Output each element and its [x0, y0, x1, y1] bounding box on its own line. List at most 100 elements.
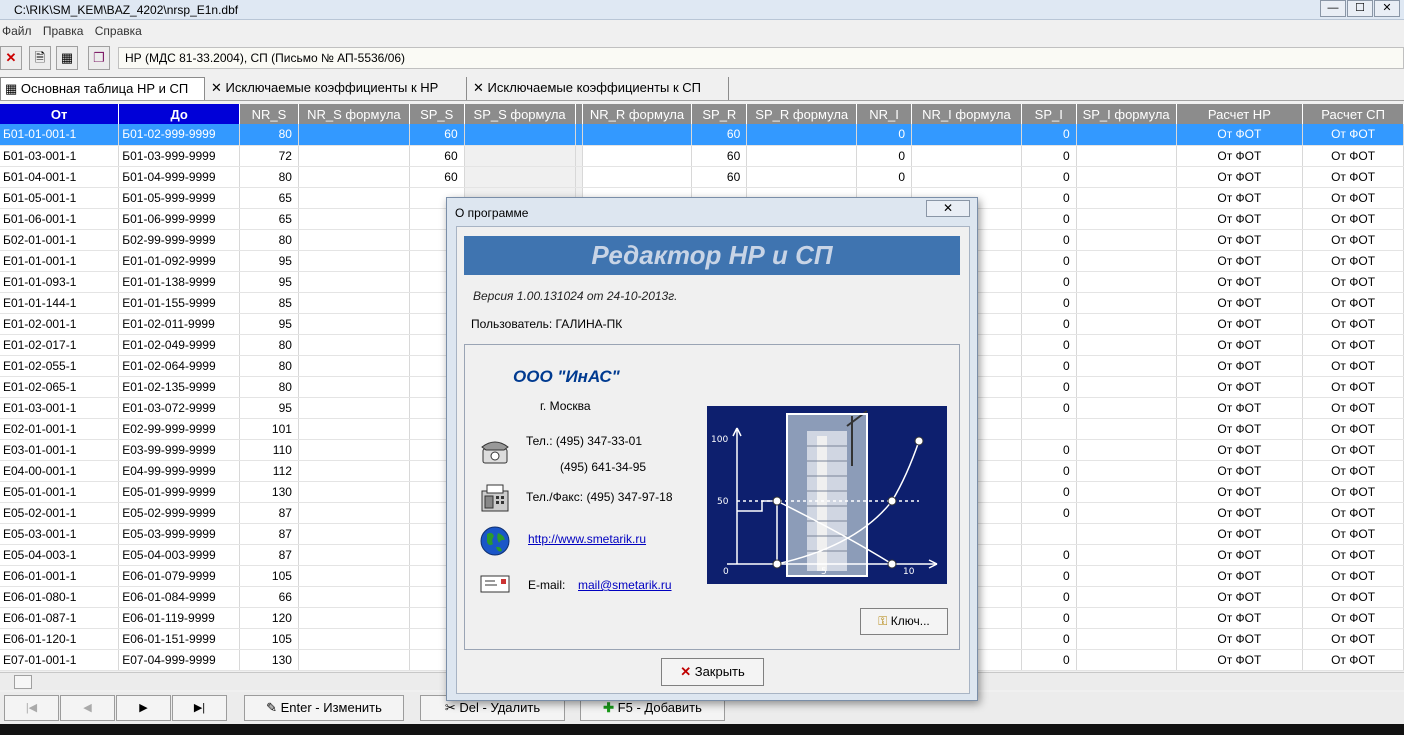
- col-header-nr-i-formula[interactable]: NR_I формула: [911, 104, 1022, 124]
- col-header-nr-s[interactable]: NR_S: [239, 104, 299, 124]
- table-cell[interactable]: От ФОТ: [1176, 481, 1304, 503]
- table-cell[interactable]: Е06-01-079-9999: [118, 565, 241, 587]
- table-cell[interactable]: [298, 502, 410, 524]
- table-cell[interactable]: От ФОТ: [1302, 355, 1404, 377]
- table-cell[interactable]: [746, 145, 858, 167]
- table-cell[interactable]: 95: [239, 271, 299, 293]
- table-cell[interactable]: От ФОТ: [1176, 145, 1304, 167]
- table-cell[interactable]: 87: [239, 544, 299, 566]
- table-cell[interactable]: Е07-04-999-9999: [118, 649, 241, 671]
- table-cell[interactable]: [298, 250, 410, 272]
- table-cell[interactable]: Е05-01-999-9999: [118, 481, 241, 503]
- table-cell[interactable]: Е01-02-064-9999: [118, 355, 241, 377]
- table-cell[interactable]: [298, 439, 410, 461]
- table-cell[interactable]: [298, 334, 410, 356]
- table-cell[interactable]: Б01-06-999-9999: [118, 208, 241, 230]
- col-header-sp-i-formula[interactable]: SP_I формула: [1076, 104, 1177, 124]
- dialog-close-icon[interactable]: ✕: [926, 200, 970, 217]
- table-cell[interactable]: 0: [1021, 586, 1077, 608]
- table-cell[interactable]: 60: [409, 145, 465, 167]
- table-cell[interactable]: Е06-01-084-9999: [118, 586, 241, 608]
- table-cell[interactable]: [575, 166, 583, 188]
- table-cell[interactable]: [298, 292, 410, 314]
- col-header-sp-i[interactable]: SP_I: [1021, 104, 1077, 124]
- table-cell[interactable]: 65: [239, 187, 299, 209]
- table-cell[interactable]: От ФОТ: [1176, 586, 1304, 608]
- table-cell[interactable]: Е05-04-003-1: [0, 544, 120, 566]
- table-cell[interactable]: От ФОТ: [1302, 334, 1404, 356]
- table-cell[interactable]: От ФОТ: [1176, 292, 1304, 314]
- table-cell[interactable]: От ФОТ: [1302, 292, 1404, 314]
- table-cell[interactable]: От ФОТ: [1302, 649, 1404, 671]
- table-cell[interactable]: [1076, 271, 1177, 293]
- table-cell[interactable]: [746, 166, 858, 188]
- table-cell[interactable]: Б02-99-999-9999: [118, 229, 241, 251]
- table-cell[interactable]: 60: [409, 166, 465, 188]
- table-cell[interactable]: 0: [1021, 628, 1077, 650]
- table-cell[interactable]: Е01-02-011-9999: [118, 313, 241, 335]
- table-cell[interactable]: [298, 523, 410, 545]
- table-cell[interactable]: 101: [239, 418, 299, 440]
- table-cell[interactable]: От ФОТ: [1302, 166, 1404, 188]
- table-cell[interactable]: 0: [1021, 313, 1077, 335]
- table-cell[interactable]: [298, 565, 410, 587]
- table-cell[interactable]: [582, 166, 693, 188]
- menu-file[interactable]: Файл: [0, 21, 38, 38]
- table-cell[interactable]: 112: [239, 460, 299, 482]
- table-cell[interactable]: Е02-99-999-9999: [118, 418, 241, 440]
- table-cell[interactable]: [298, 376, 410, 398]
- table-cell[interactable]: [1076, 397, 1177, 419]
- table-cell[interactable]: 80: [239, 166, 299, 188]
- table-cell[interactable]: 60: [691, 166, 748, 188]
- table-cell[interactable]: От ФОТ: [1302, 124, 1404, 146]
- table-cell[interactable]: [1076, 208, 1177, 230]
- table-cell[interactable]: Б01-05-001-1: [0, 187, 120, 209]
- table-cell[interactable]: От ФОТ: [1176, 334, 1304, 356]
- table-cell[interactable]: 0: [1021, 502, 1077, 524]
- table-cell[interactable]: От ФОТ: [1302, 250, 1404, 272]
- table-cell[interactable]: Б01-03-001-1: [0, 145, 120, 167]
- close-dialog-button[interactable]: ✕ Закрыть: [661, 658, 764, 686]
- table-cell[interactable]: [298, 607, 410, 629]
- table-cell[interactable]: Е04-99-999-9999: [118, 460, 241, 482]
- table-cell[interactable]: 0: [1021, 187, 1077, 209]
- table-cell[interactable]: [298, 649, 410, 671]
- website-link[interactable]: http://www.smetarik.ru: [528, 532, 646, 546]
- table-cell[interactable]: Е06-01-001-1: [0, 565, 120, 587]
- table-cell[interactable]: Е01-02-065-1: [0, 376, 120, 398]
- maximize-button[interactable]: ☐: [1347, 0, 1373, 17]
- table-cell[interactable]: [1076, 292, 1177, 314]
- table-cell[interactable]: [1076, 355, 1177, 377]
- table-cell[interactable]: 130: [239, 481, 299, 503]
- table-cell[interactable]: 60: [691, 124, 748, 146]
- tab-main-table[interactable]: ▦ Основная таблица НР и СП: [0, 77, 205, 100]
- table-cell[interactable]: Е03-99-999-9999: [118, 439, 241, 461]
- table-cell[interactable]: От ФОТ: [1176, 649, 1304, 671]
- table-cell[interactable]: [1076, 334, 1177, 356]
- table-cell[interactable]: Б01-04-001-1: [0, 166, 120, 188]
- table-cell[interactable]: От ФОТ: [1176, 439, 1304, 461]
- table-cell[interactable]: 0: [1021, 208, 1077, 230]
- table-cell[interactable]: От ФОТ: [1302, 313, 1404, 335]
- col-header-nr-i[interactable]: NR_I: [856, 104, 912, 124]
- key-button[interactable]: ⚿ Ключ...: [860, 608, 948, 635]
- table-cell[interactable]: 0: [1021, 544, 1077, 566]
- table-cell[interactable]: Е04-00-001-1: [0, 460, 120, 482]
- table-cell[interactable]: [464, 145, 576, 167]
- table-cell[interactable]: [298, 397, 410, 419]
- table-cell[interactable]: [298, 208, 410, 230]
- table-cell[interactable]: Е01-01-093-1: [0, 271, 120, 293]
- table-cell[interactable]: От ФОТ: [1176, 124, 1304, 146]
- table-row[interactable]: Б01-04-001-1 Б01-04-999-9999 80 60 60 0 0 От ФО…: [0, 166, 1404, 188]
- table-cell[interactable]: [464, 166, 576, 188]
- table-cell[interactable]: Е05-02-999-9999: [118, 502, 241, 524]
- table-cell[interactable]: Е05-03-001-1: [0, 523, 120, 545]
- table-cell[interactable]: От ФОТ: [1302, 544, 1404, 566]
- table-row[interactable]: Б01-01-001-1 Б01-02-999-9999 80 60 60 0 0 От ФО…: [0, 124, 1404, 146]
- table-cell[interactable]: [1021, 418, 1077, 440]
- table-cell[interactable]: 95: [239, 313, 299, 335]
- delete-icon[interactable]: ✕: [0, 46, 22, 70]
- table-cell[interactable]: Е01-01-001-1: [0, 250, 120, 272]
- table-cell[interactable]: [298, 586, 410, 608]
- table-cell[interactable]: [1076, 460, 1177, 482]
